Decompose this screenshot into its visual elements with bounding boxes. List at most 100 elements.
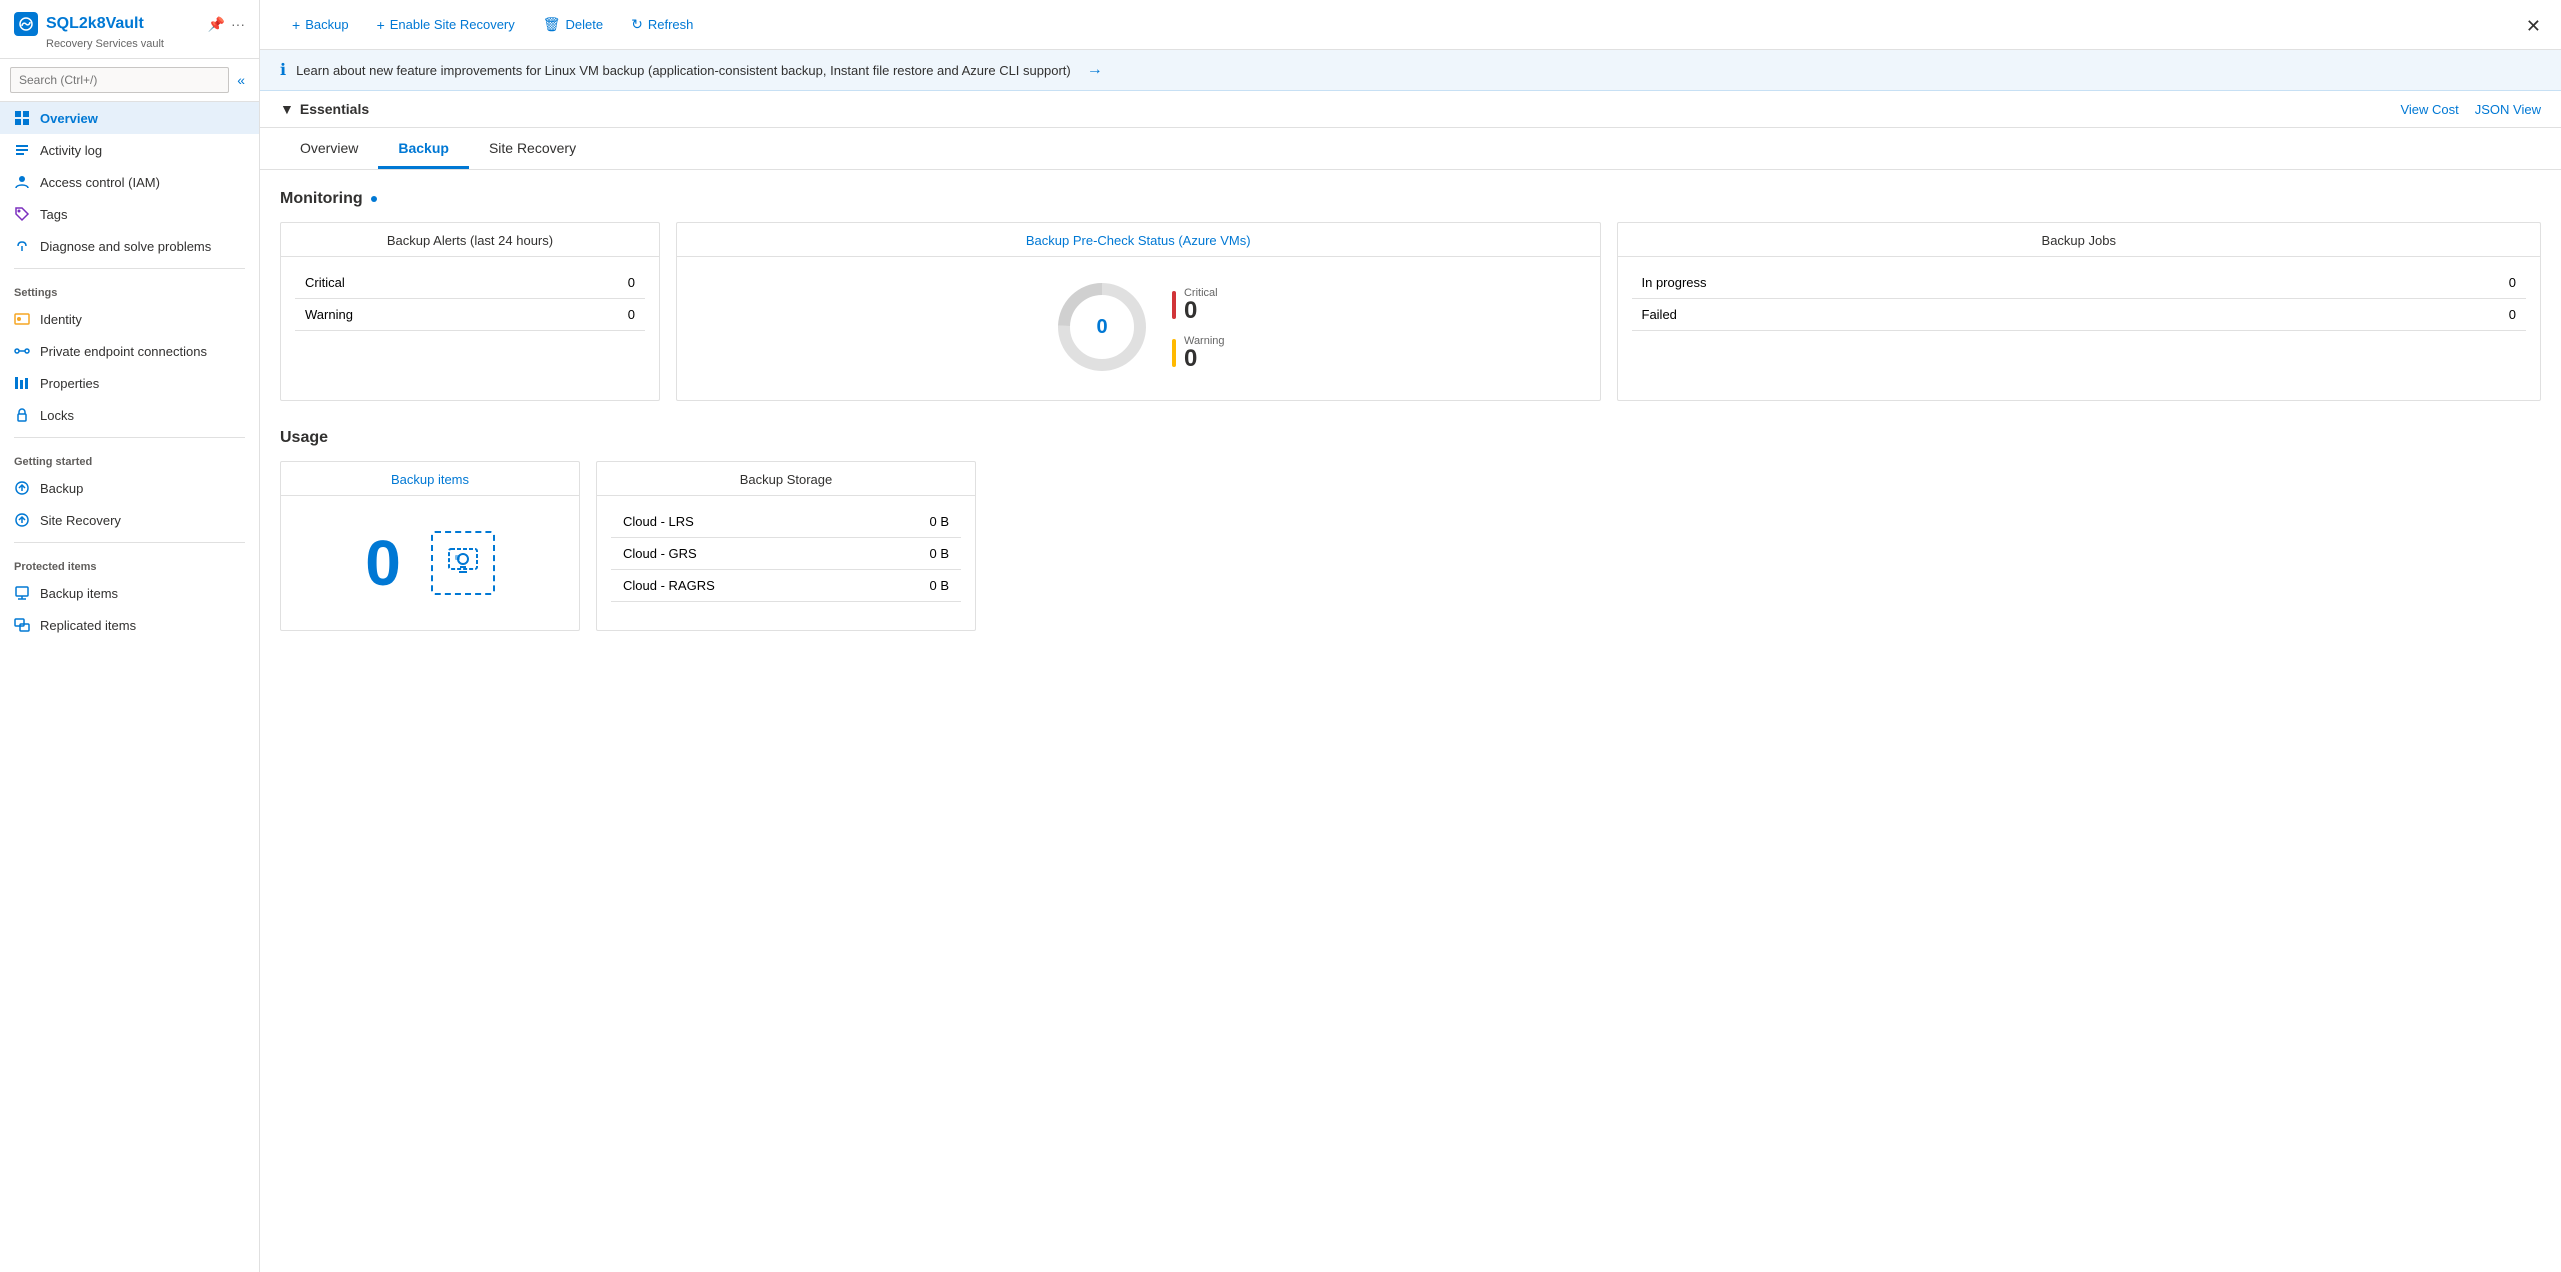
precheck-title[interactable]: Backup Pre-Check Status (Azure VMs) xyxy=(677,223,1600,257)
essentials-header: ▼ Essentials View Cost JSON View xyxy=(260,91,2561,128)
table-row: Failed 0 xyxy=(1632,299,2527,331)
enable-site-recovery-button[interactable]: + Enable Site Recovery xyxy=(365,11,527,39)
essentials-toggle-button[interactable]: ▼ Essentials xyxy=(280,101,369,117)
tab-overview[interactable]: Overview xyxy=(280,128,378,169)
essentials-chevron-icon: ▼ xyxy=(280,101,294,117)
precheck-body: 0 Critical 0 xyxy=(677,257,1600,400)
backup-alerts-title: Backup Alerts (last 24 hours) xyxy=(281,223,659,257)
divider-settings xyxy=(14,268,245,269)
sidebar-nav: Overview Activity log Access control (IA… xyxy=(0,102,259,1272)
info-icon: ℹ xyxy=(280,60,286,80)
legend-critical: Critical 0 xyxy=(1172,287,1225,323)
getting-started-section-label: Getting started xyxy=(0,444,259,472)
table-row: In progress 0 xyxy=(1632,267,2527,299)
donut-container: 0 Critical 0 xyxy=(1052,277,1225,380)
cloud-grs-label: Cloud - GRS xyxy=(611,538,865,570)
alert-critical-value: 0 xyxy=(545,267,645,299)
backup-button[interactable]: + Backup xyxy=(280,11,361,39)
donut-legend: Critical 0 Warning 0 xyxy=(1172,287,1225,371)
cloud-ragrs-label: Cloud - RAGRS xyxy=(611,570,865,602)
info-banner: ℹ Learn about new feature improvements f… xyxy=(260,50,2561,91)
backup-plus-icon: + xyxy=(292,17,300,33)
view-cost-link[interactable]: View Cost xyxy=(2400,102,2458,117)
alert-critical-label: Critical xyxy=(295,267,545,299)
sidebar-item-activity-log[interactable]: Activity log xyxy=(0,134,259,166)
backup-items-card-title[interactable]: Backup items xyxy=(281,462,579,496)
sidebar-item-locks[interactable]: Locks xyxy=(0,399,259,431)
enable-site-recovery-plus-icon: + xyxy=(377,17,385,33)
sidebar-search-container: « xyxy=(0,59,259,102)
delete-button[interactable]: 🗑 Delete xyxy=(531,10,615,39)
precheck-card: Backup Pre-Check Status (Azure VMs) 0 xyxy=(676,222,1601,401)
critical-bar xyxy=(1172,291,1176,319)
sidebar-item-activity-log-label: Activity log xyxy=(40,143,102,158)
tabs-container: Overview Backup Site Recovery xyxy=(260,128,2561,170)
warning-info: Warning 0 xyxy=(1184,335,1225,371)
jobs-table: In progress 0 Failed 0 xyxy=(1632,267,2527,331)
sidebar-item-diagnose[interactable]: Diagnose and solve problems xyxy=(0,230,259,262)
usage-section-title: Usage xyxy=(280,429,2541,447)
usage-grid: Backup items 0 xyxy=(280,461,2541,631)
more-icon[interactable]: ··· xyxy=(231,16,245,33)
monitoring-dot xyxy=(371,196,377,202)
backup-items-card: Backup items 0 xyxy=(280,461,580,631)
sidebar-item-private-endpoints[interactable]: Private endpoint connections xyxy=(0,335,259,367)
table-row: Cloud - GRS 0 B xyxy=(611,538,961,570)
backup-storage-body: Cloud - LRS 0 B Cloud - GRS 0 B Cloud - … xyxy=(597,496,975,612)
sidebar: SQL2k8Vault 📌 ··· Recovery Services vaul… xyxy=(0,0,260,1272)
monitoring-section-title: Monitoring xyxy=(280,190,2541,208)
svg-text:0: 0 xyxy=(1096,316,1107,338)
backup-alerts-body: Critical 0 Warning 0 xyxy=(281,257,659,341)
main-content: + Backup + Enable Site Recovery 🗑 Delete… xyxy=(260,0,2561,1272)
backup-items-card-body: 0 xyxy=(281,496,579,630)
sidebar-item-access-control[interactable]: Access control (IAM) xyxy=(0,166,259,198)
activity-log-icon xyxy=(14,142,30,158)
sidebar-item-private-endpoints-label: Private endpoint connections xyxy=(40,344,207,359)
critical-count: 0 xyxy=(1184,299,1218,323)
sidebar-item-tags[interactable]: Tags xyxy=(0,198,259,230)
backup-storage-title: Backup Storage xyxy=(597,462,975,496)
alert-warning-label: Warning xyxy=(295,299,545,331)
cloud-lrs-label: Cloud - LRS xyxy=(611,506,865,538)
legend-warning: Warning 0 xyxy=(1172,335,1225,371)
tab-backup[interactable]: Backup xyxy=(378,128,469,169)
protected-items-section-label: Protected items xyxy=(0,549,259,577)
sidebar-item-site-recovery[interactable]: Site Recovery xyxy=(0,504,259,536)
sidebar-item-replicated-items-label: Replicated items xyxy=(40,618,136,633)
resource-title: SQL2k8Vault xyxy=(14,12,144,36)
monitoring-grid: Backup Alerts (last 24 hours) Critical 0… xyxy=(280,222,2541,401)
cloud-lrs-value: 0 B xyxy=(865,506,961,538)
search-input[interactable] xyxy=(10,67,229,93)
site-recovery-icon xyxy=(14,512,30,528)
collapse-sidebar-button[interactable]: « xyxy=(233,68,249,92)
critical-info: Critical 0 xyxy=(1184,287,1218,323)
refresh-button[interactable]: ↻ Refresh xyxy=(619,10,705,39)
backup-jobs-card: Backup Jobs In progress 0 Failed 0 xyxy=(1617,222,2542,401)
sidebar-item-replicated-items[interactable]: Replicated items xyxy=(0,609,259,641)
identity-icon xyxy=(14,311,30,327)
sidebar-item-overview[interactable]: Overview xyxy=(0,102,259,134)
banner-arrow-icon[interactable]: → xyxy=(1087,61,1103,79)
locks-icon xyxy=(14,407,30,423)
tags-icon xyxy=(14,206,30,222)
backup-items-icon xyxy=(14,585,30,601)
sidebar-item-backup-gs[interactable]: Backup xyxy=(0,472,259,504)
cloud-grs-value: 0 B xyxy=(865,538,961,570)
sidebar-item-identity[interactable]: Identity xyxy=(0,303,259,335)
sidebar-item-access-control-label: Access control (IAM) xyxy=(40,175,160,190)
diagnose-icon xyxy=(14,238,30,254)
private-endpoints-icon xyxy=(14,343,30,359)
tab-site-recovery[interactable]: Site Recovery xyxy=(469,128,596,169)
table-row: Warning 0 xyxy=(295,299,645,331)
sidebar-item-properties[interactable]: Properties xyxy=(0,367,259,399)
sidebar-item-backup-items-label: Backup items xyxy=(40,586,118,601)
window-close-button[interactable]: ✕ xyxy=(2526,16,2541,37)
pin-icon[interactable]: 📌 xyxy=(208,16,225,33)
page-body: Monitoring Backup Alerts (last 24 hours)… xyxy=(260,170,2561,651)
jobs-in-progress-label: In progress xyxy=(1632,267,2310,299)
sidebar-item-backup-items[interactable]: Backup items xyxy=(0,577,259,609)
sidebar-item-diagnose-label: Diagnose and solve problems xyxy=(40,239,211,254)
json-view-link[interactable]: JSON View xyxy=(2475,102,2541,117)
overview-icon xyxy=(14,110,30,126)
refresh-icon: ↻ xyxy=(631,16,643,33)
